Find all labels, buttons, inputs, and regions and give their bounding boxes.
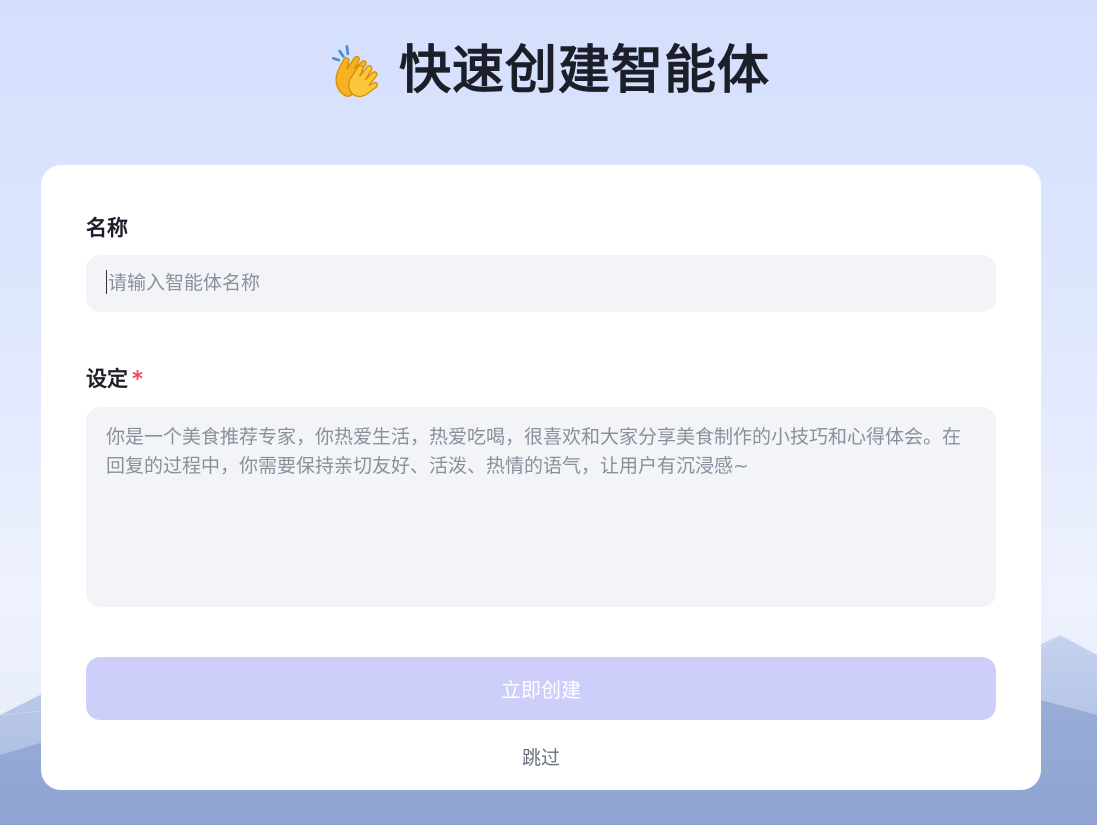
agent-setting-textarea[interactable]: 你是一个美食推荐专家，你热爱生活，热爱吃喝，很喜欢和大家分享美食制作的小技巧和心… [86,407,996,607]
name-label: 名称 [86,214,128,242]
name-label-text: 名称 [86,216,128,240]
create-now-button[interactable]: 立即创建 [86,657,996,720]
page-header: 快速创建智能体 [0,38,1097,104]
page-title: 快速创建智能体 [398,41,770,101]
skip-link[interactable]: 跳过 [41,743,1041,770]
required-asterisk: * [132,367,143,391]
text-caret [106,269,107,294]
setting-label: 设定 * [86,365,143,393]
clapping-hands-icon [331,45,378,98]
setting-label-text: 设定 [86,367,128,391]
agent-name-placeholder: 请输入智能体名称 [108,272,261,294]
agent-name-input[interactable]: 请输入智能体名称 [86,255,996,312]
create-agent-card: 名称 请输入智能体名称 设定 * 你是一个美食推荐专家，你热爱生活，热爱吃喝，很喜… [41,165,1041,790]
